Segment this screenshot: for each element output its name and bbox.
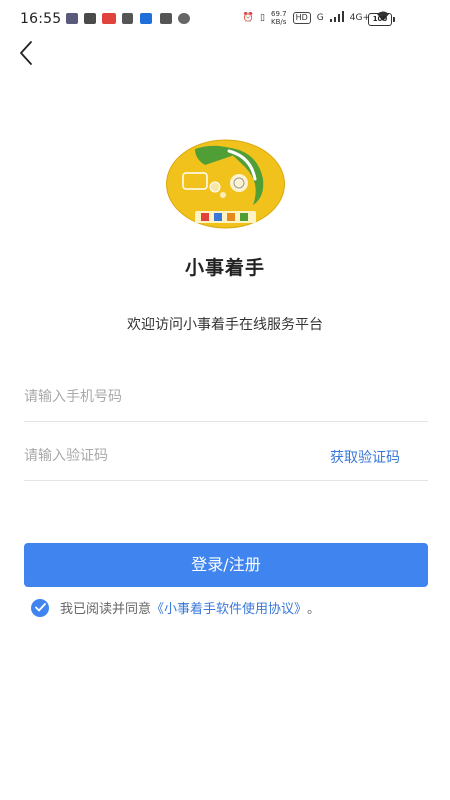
code-field: 获取验证码 (24, 436, 428, 481)
telegram-icon (84, 13, 96, 24)
app-name: 小事着手 (184, 257, 265, 279)
verification-code-input[interactable] (24, 436, 304, 476)
alarm-icon: ⏰ (242, 13, 255, 23)
signal-icon (329, 11, 344, 25)
welcome-text: 欢迎访问小事着手在线服务平台 (127, 317, 323, 333)
back-button[interactable] (14, 38, 40, 68)
face-notification-icon (178, 13, 190, 24)
phone-input[interactable] (24, 377, 304, 417)
agreement-link[interactable]: 《小事着手软件使用协议》 (151, 598, 307, 617)
status-bar: 16:55 ⏰ ▯ 69.7 KB/s HD G 4G+ 100 (0, 0, 450, 38)
login-register-button[interactable]: 登录/注册 (24, 543, 428, 587)
agreement-checkbox[interactable] (31, 598, 49, 617)
notification-icon (66, 13, 78, 24)
app-notification-icon (102, 13, 116, 24)
check-notification-icon (122, 13, 133, 24)
image-notification-icon (160, 13, 172, 24)
chevron-left-icon (20, 41, 32, 65)
battery-icon: 100 (368, 13, 395, 26)
vibrate-icon: ▯ (260, 13, 265, 23)
sim-label: G (316, 13, 324, 23)
phone-field (24, 377, 428, 422)
checkmark-icon (34, 603, 46, 612)
hd-badge: HD (292, 12, 311, 24)
agreement-prefix: 我已阅读并同意 (60, 602, 152, 617)
zhihu-icon (140, 13, 152, 24)
get-code-button[interactable]: 获取验证码 (330, 447, 400, 467)
net-speed: 69.7 KB/s (270, 10, 287, 26)
agreement-suffix: 。 (307, 602, 321, 617)
status-time: 16:55 (20, 11, 62, 27)
app-logo (165, 139, 286, 229)
agreement-row: 我已阅读并同意 《小事着手软件使用协议》 。 (31, 598, 320, 617)
network-type: 4G+ (349, 13, 370, 23)
